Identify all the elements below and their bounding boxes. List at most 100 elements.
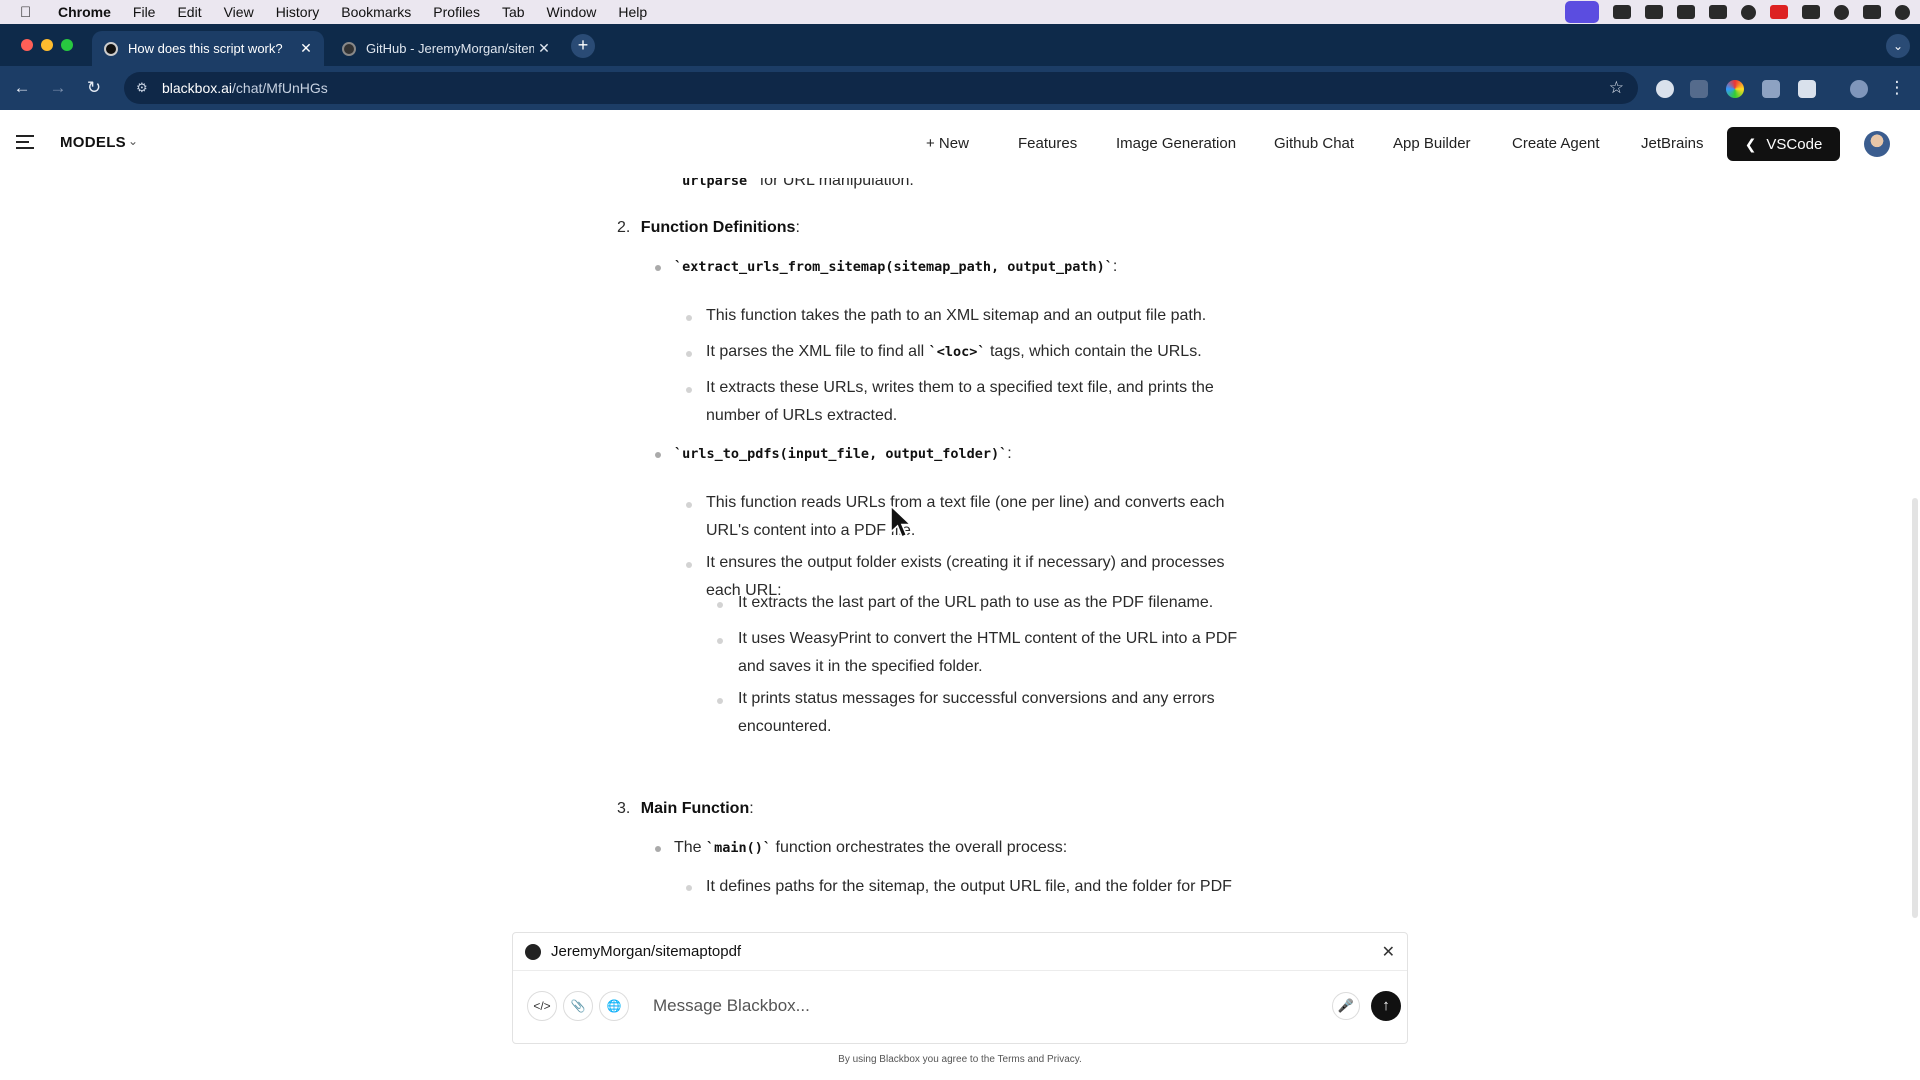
close-window-icon[interactable] xyxy=(21,39,33,51)
chat-response: `urlparse` for URL manipulation. 2. Func… xyxy=(0,178,1920,930)
vscode-label: VSCode xyxy=(1766,135,1823,153)
menu-window[interactable]: Window xyxy=(547,4,597,20)
create-agent-link[interactable]: Create Agent xyxy=(1512,135,1600,152)
menu-history[interactable]: History xyxy=(276,4,320,20)
bullet xyxy=(717,698,723,704)
tab-title: GitHub - JeremyMorgan/sitemaptopdf xyxy=(366,41,534,56)
bullet xyxy=(717,602,723,608)
tab-active[interactable]: How does this script work? ✕ xyxy=(92,31,324,66)
site-info-icon[interactable]: ⚙ xyxy=(136,80,152,96)
bullet xyxy=(686,502,692,508)
remove-repo-icon[interactable]: ✕ xyxy=(1382,942,1395,962)
inline-code: `extract_urls_from_sitemap(sitemap_path,… xyxy=(674,259,1113,275)
menu-file[interactable]: File xyxy=(133,4,156,20)
response-text: for URL manipulation. xyxy=(755,178,914,189)
menu-chrome[interactable]: Chrome xyxy=(58,4,111,20)
features-link[interactable]: Features xyxy=(1018,135,1077,152)
extension-icon[interactable] xyxy=(1726,80,1744,98)
minimize-window-icon[interactable] xyxy=(41,39,53,51)
vscode-icon: ❮ xyxy=(1744,135,1757,152)
menu-help[interactable]: Help xyxy=(618,4,647,20)
scrollbar-thumb[interactable] xyxy=(1912,498,1918,918)
extension-icon[interactable] xyxy=(1690,80,1708,98)
code-icon[interactable]: </> xyxy=(527,991,557,1021)
globe-icon[interactable]: 🌐 xyxy=(599,991,629,1021)
sub-list-item: It extracts the last part of the URL pat… xyxy=(738,594,1214,611)
new-tab-button[interactable]: + xyxy=(571,34,595,58)
menu-tab[interactable]: Tab xyxy=(502,4,525,20)
reload-icon[interactable]: ↻ xyxy=(83,77,105,99)
close-tab-icon[interactable]: ✕ xyxy=(296,40,316,57)
mouse-cursor-icon xyxy=(890,504,913,539)
message-input[interactable] xyxy=(653,990,1253,1022)
repo-name: JeremyMorgan/sitemaptopdf xyxy=(551,943,742,960)
maximize-window-icon[interactable] xyxy=(61,39,73,51)
list-item: It defines paths for the sitemap, the ou… xyxy=(706,878,1232,895)
url-path: /chat/MfUnHGs xyxy=(232,80,328,96)
bullet xyxy=(686,315,692,321)
screen-share-icon[interactable] xyxy=(1565,1,1599,23)
apple-icon[interactable]:  xyxy=(20,4,40,21)
siri-icon[interactable] xyxy=(1895,4,1910,20)
chevron-down-icon[interactable]: ⌄ xyxy=(128,134,138,148)
user-avatar[interactable] xyxy=(1864,131,1890,157)
bullet xyxy=(655,452,661,458)
scrollbar[interactable] xyxy=(1910,498,1920,918)
app-status-icon[interactable] xyxy=(1613,5,1631,19)
image-generation-link[interactable]: Image Generation xyxy=(1116,135,1236,152)
list-item: It parses the XML file to find all `<loc… xyxy=(706,343,1202,361)
github-favicon-icon xyxy=(342,41,356,56)
models-dropdown[interactable]: MODELS xyxy=(60,134,126,151)
list-item: The `main()` function orchestrates the o… xyxy=(674,839,1067,857)
app-builder-link[interactable]: App Builder xyxy=(1393,135,1471,152)
paperclip-icon[interactable]: 📎 xyxy=(563,991,593,1021)
extension-icon[interactable] xyxy=(1762,80,1780,98)
jetbrains-link[interactable]: JetBrains xyxy=(1641,135,1704,152)
response-text: The xyxy=(674,839,707,856)
list-number: 2. xyxy=(617,219,631,236)
github-chat-link[interactable]: Github Chat xyxy=(1274,135,1354,152)
hamburger-menu-icon[interactable] xyxy=(16,135,34,149)
colon: : xyxy=(749,800,754,817)
menu-profiles[interactable]: Profiles xyxy=(433,4,480,20)
dropbox-icon[interactable] xyxy=(1677,5,1695,19)
section-title: Function Definitions xyxy=(640,219,796,236)
wifi-icon[interactable] xyxy=(1802,5,1820,19)
clock-icon[interactable] xyxy=(1741,4,1756,20)
bookmark-star-icon[interactable]: ☆ xyxy=(1609,78,1624,98)
response-text: It parses the XML file to find all xyxy=(706,343,929,360)
address-bar[interactable]: ⚙ blackbox.ai/chat/MfUnHGs ☆ xyxy=(124,72,1638,104)
profile-avatar-icon[interactable] xyxy=(1850,80,1868,98)
menu-edit[interactable]: Edit xyxy=(177,4,201,20)
back-arrow-icon[interactable]: ← xyxy=(11,77,33,99)
browser-tab-strip: How does this script work? ✕ GitHub - Je… xyxy=(0,24,1920,66)
bullet xyxy=(717,638,723,644)
app-status-icon[interactable] xyxy=(1645,5,1663,19)
response-text: tags, which contain the URLs. xyxy=(985,343,1202,360)
tab-title: How does this script work? xyxy=(128,41,283,56)
vscode-button[interactable]: ❮ VSCode xyxy=(1727,127,1840,161)
colon: : xyxy=(1112,258,1118,275)
battery-app-icon[interactable] xyxy=(1770,5,1788,19)
response-text: function orchestrates the overall proces… xyxy=(771,839,1068,856)
tab-search-chevron-icon[interactable]: ⌄ xyxy=(1886,34,1910,58)
extension-icon[interactable] xyxy=(1656,80,1674,98)
response-line: `urlparse` for URL manipulation. xyxy=(674,178,914,190)
function-signature: `extract_urls_from_sitemap(sitemap_path,… xyxy=(674,258,1117,276)
section-heading: 3. Main Function: xyxy=(617,800,754,818)
new-chat-link[interactable]: + New xyxy=(926,135,969,152)
send-button[interactable]: ↑ xyxy=(1371,991,1401,1021)
colon: : xyxy=(795,219,800,236)
tab-github[interactable]: GitHub - JeremyMorgan/sitemaptopdf ✕ xyxy=(330,31,562,66)
menu-view[interactable]: View xyxy=(224,4,254,20)
menu-bookmarks[interactable]: Bookmarks xyxy=(341,4,411,20)
list-item: It extracts these URLs, writes them to a… xyxy=(706,379,1214,396)
kebab-menu-icon[interactable]: ⋮ xyxy=(1886,77,1908,99)
forward-arrow-icon[interactable]: → xyxy=(47,77,69,99)
microphone-icon[interactable]: 🎤 xyxy=(1332,992,1360,1020)
close-tab-icon[interactable]: ✕ xyxy=(534,40,554,57)
cloud-icon[interactable] xyxy=(1709,5,1727,19)
control-center-icon[interactable] xyxy=(1863,5,1881,19)
puzzle-extensions-icon[interactable] xyxy=(1798,80,1816,98)
search-icon[interactable] xyxy=(1834,4,1849,20)
